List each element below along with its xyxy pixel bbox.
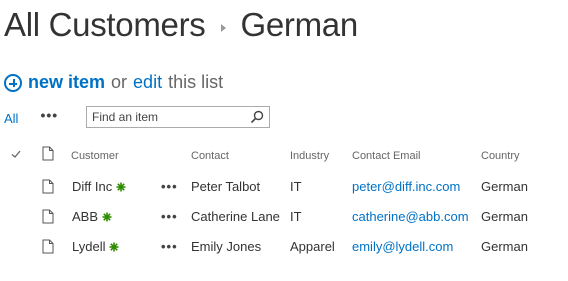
new-item-badge-icon <box>102 212 112 222</box>
contact-cell: Peter Talbot <box>191 179 261 194</box>
search-box <box>86 106 270 128</box>
column-header-contact-email[interactable]: Contact Email <box>352 150 420 162</box>
customer-name[interactable]: Lydell <box>72 239 105 254</box>
view-selector: All ••• <box>4 106 58 130</box>
email-link[interactable]: catherine@abb.com <box>352 209 469 224</box>
breadcrumb-separator-icon <box>221 24 227 32</box>
customer-name[interactable]: ABB <box>72 209 98 224</box>
column-header-country[interactable]: Country <box>481 150 520 162</box>
this-list-text: this list <box>168 72 224 92</box>
view-more-button[interactable]: ••• <box>40 107 58 123</box>
document-icon <box>42 209 54 224</box>
customer-cell[interactable]: Diff Inc <box>72 179 126 194</box>
breadcrumb: All Customers German <box>4 2 358 48</box>
country-cell: German <box>481 179 528 194</box>
document-icon <box>42 239 54 254</box>
customer-name[interactable]: Diff Inc <box>72 179 112 194</box>
contact-cell: Catherine Lane <box>191 209 280 224</box>
row-menu-button[interactable]: ••• <box>161 209 178 224</box>
industry-cell: Apparel <box>290 239 335 254</box>
edit-list-link[interactable]: edit <box>133 72 162 93</box>
customer-cell[interactable]: ABB <box>72 209 112 224</box>
page-title: German <box>240 6 358 43</box>
customer-cell[interactable]: Lydell <box>72 239 119 254</box>
breadcrumb-root[interactable]: All Customers <box>4 6 206 44</box>
row-menu-button[interactable]: ••• <box>161 239 178 254</box>
document-icon <box>42 146 54 161</box>
country-cell: German <box>481 209 528 224</box>
document-icon <box>42 179 54 194</box>
new-item-link[interactable]: new item <box>28 72 105 93</box>
search-input[interactable] <box>92 110 242 124</box>
add-circle-icon[interactable] <box>4 73 22 92</box>
new-item-badge-icon <box>116 182 126 192</box>
email-link[interactable]: peter@diff.inc.com <box>352 179 460 194</box>
new-item-badge-icon <box>109 242 119 252</box>
industry-cell: IT <box>290 209 302 224</box>
industry-cell: IT <box>290 179 302 194</box>
column-header-industry[interactable]: Industry <box>290 150 329 162</box>
table-row[interactable]: Diff Inc ••• Peter Talbot IT peter@diff.… <box>0 172 568 202</box>
view-all-tab[interactable]: All <box>4 111 18 126</box>
contact-cell: Emily Jones <box>191 239 262 254</box>
search-icon[interactable] <box>250 110 264 124</box>
table-row[interactable]: Lydell ••• Emily Jones Apparel emily@lyd… <box>0 232 568 262</box>
checkmark-icon[interactable] <box>10 148 22 160</box>
email-link[interactable]: emily@lydell.com <box>352 239 453 254</box>
column-header-contact[interactable]: Contact <box>191 150 229 162</box>
row-menu-button[interactable]: ••• <box>161 179 178 194</box>
or-text: or <box>111 72 128 92</box>
country-cell: German <box>481 239 528 254</box>
list-actions: new item or edit this list <box>4 72 223 93</box>
table-row[interactable]: ABB ••• Catherine Lane IT catherine@abb.… <box>0 202 568 232</box>
column-header-customer[interactable]: Customer <box>71 150 119 162</box>
